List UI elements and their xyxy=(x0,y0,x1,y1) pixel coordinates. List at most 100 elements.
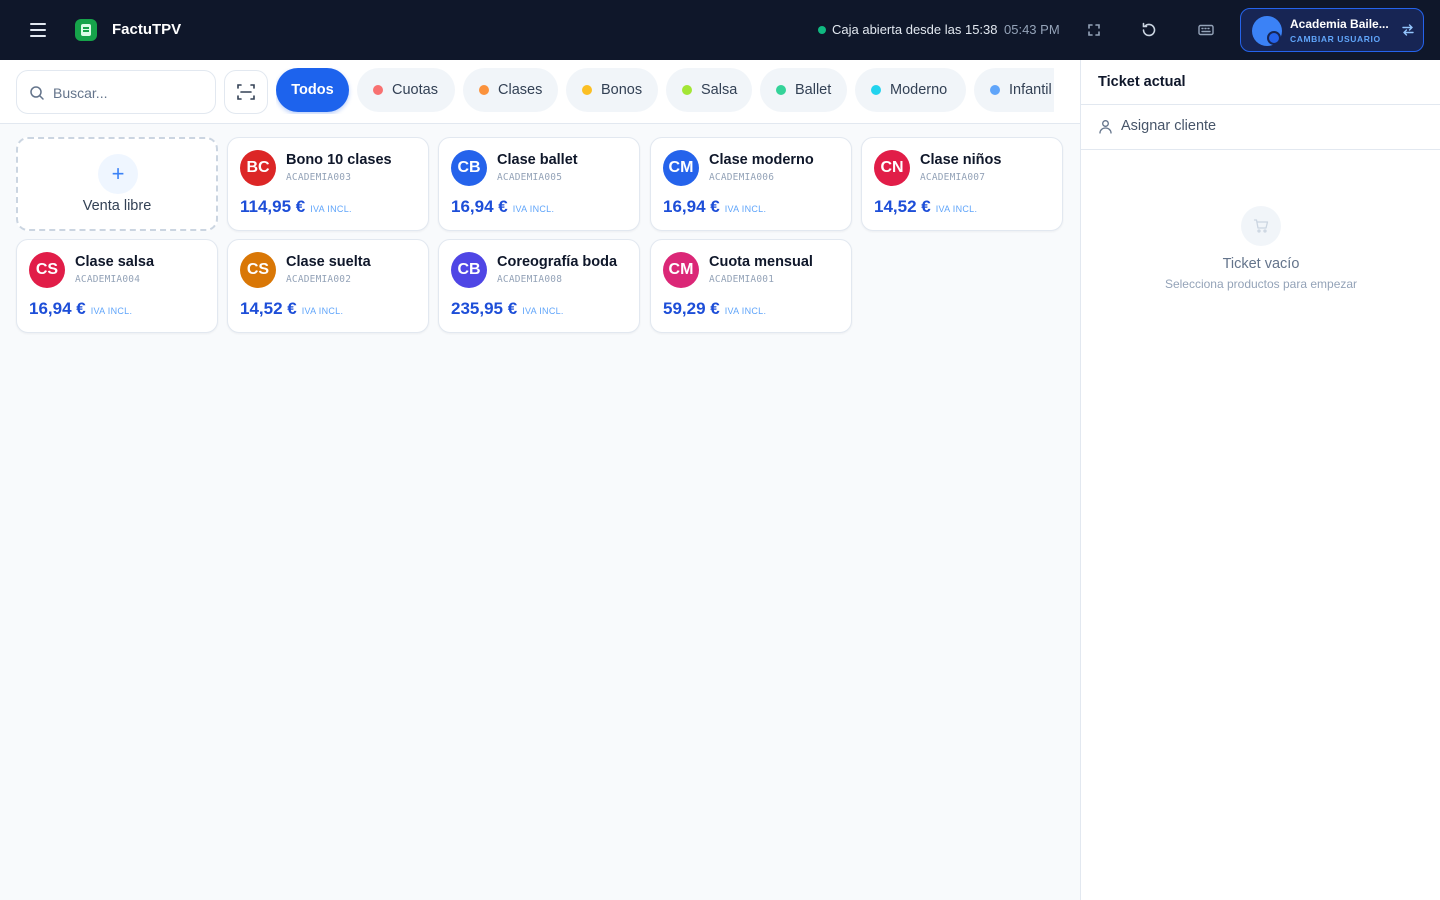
product-price: 235,95 € xyxy=(451,299,518,318)
filter-label: Moderno xyxy=(890,82,948,98)
top-bar: FactuTPV Caja abierta desde las 15:38 05… xyxy=(0,0,1440,60)
tax-note: IVA INCL. xyxy=(724,306,767,316)
filter-moderno[interactable]: Moderno xyxy=(855,68,966,112)
free-sale-label: Venta libre xyxy=(82,198,152,214)
tax-note: IVA INCL. xyxy=(310,204,352,214)
product-price: 59,29 € xyxy=(663,299,720,318)
search-input[interactable] xyxy=(53,83,203,103)
cash-register-status: Caja abierta desde las 15:38 xyxy=(818,22,998,37)
product-price: 16,94 € xyxy=(29,299,86,318)
product-code: ACADEMIA007 xyxy=(920,172,986,183)
hamburger-menu-icon[interactable] xyxy=(24,18,52,42)
filter-bonos[interactable]: Bonos xyxy=(566,68,658,112)
product-card[interactable]: CS Clase salsa ACADEMIA004 16,94 € IVA IN… xyxy=(16,239,218,333)
divider xyxy=(1081,104,1440,105)
assign-client-label: Asignar cliente xyxy=(1121,118,1217,134)
empty-ticket-subtitle: Selecciona productos para empezar xyxy=(1164,277,1358,291)
category-dot-icon xyxy=(682,85,692,95)
product-code: ACADEMIA005 xyxy=(497,172,563,183)
filter-salsa[interactable]: Salsa xyxy=(666,68,752,112)
scan-icon xyxy=(237,84,255,100)
product-card[interactable]: CS Clase suelta ACADEMIA002 14,52 € IVA I… xyxy=(227,239,429,333)
category-dot-icon xyxy=(479,85,489,95)
clock: 05:43 PM xyxy=(1004,22,1060,37)
product-card[interactable]: CM Cuota mensual ACADEMIA001 59,29 € IVA … xyxy=(650,239,852,333)
product-name: Coreografía boda xyxy=(497,254,618,270)
filter-ballet[interactable]: Ballet xyxy=(760,68,847,112)
product-name: Bono 10 clases xyxy=(286,152,392,168)
category-dot-icon xyxy=(776,85,786,95)
switch-badge-icon xyxy=(1267,31,1281,45)
product-initials-badge: CN xyxy=(874,150,910,186)
product-card[interactable]: CB Clase ballet ACADEMIA005 16,94 € IVA I… xyxy=(438,137,640,231)
product-price: 16,94 € xyxy=(451,197,508,216)
category-dot-icon xyxy=(582,85,592,95)
ticket-title: Ticket actual xyxy=(1098,74,1186,90)
product-name: Clase niños xyxy=(920,152,1002,168)
category-dot-icon xyxy=(871,85,881,95)
product-initials-badge: CS xyxy=(240,252,276,288)
fullscreen-icon[interactable] xyxy=(1082,18,1106,42)
product-name: Cuota mensual xyxy=(709,254,813,270)
category-dot-icon xyxy=(373,85,383,95)
filter-infantil[interactable]: Infantil xyxy=(974,68,1054,112)
search-box xyxy=(16,70,216,114)
product-name: Clase ballet xyxy=(497,152,578,168)
app-logo-icon xyxy=(75,19,97,41)
product-code: ACADEMIA008 xyxy=(497,274,563,285)
keyboard-icon[interactable] xyxy=(1194,18,1218,42)
toolbar: Todos Cuotas Clases Bonos Salsa Ballet M… xyxy=(0,60,1080,124)
product-card[interactable]: BC Bono 10 clases ACADEMIA003 114,95 € IV… xyxy=(227,137,429,231)
filter-todos[interactable]: Todos xyxy=(276,68,349,112)
product-code: ACADEMIA003 xyxy=(286,172,352,183)
filter-label: Ballet xyxy=(795,82,832,98)
tax-note: IVA INCL. xyxy=(301,306,344,316)
product-code: ACADEMIA001 xyxy=(709,274,775,285)
user-switcher[interactable]: Academia Baile... CAMBIAR USUARIO xyxy=(1240,8,1424,52)
product-price: 14,52 € xyxy=(874,197,931,216)
divider xyxy=(1081,149,1440,150)
app-name: FactuTPV xyxy=(112,21,182,38)
product-card[interactable]: CB Coreografía boda ACADEMIA008 235,95 €… xyxy=(438,239,640,333)
product-price: 14,52 € xyxy=(240,299,297,318)
empty-cart-icon xyxy=(1241,206,1281,246)
filter-label: Infantil xyxy=(1009,82,1052,98)
product-initials-badge: CM xyxy=(663,150,699,186)
user-name: Academia Baile... xyxy=(1290,17,1389,31)
product-code: ACADEMIA002 xyxy=(286,274,352,285)
refresh-icon[interactable] xyxy=(1137,18,1161,42)
cash-register-status-text: Caja abierta desde las 15:38 xyxy=(832,22,998,37)
category-dot-icon xyxy=(990,85,1000,95)
search-icon xyxy=(30,86,44,100)
free-sale-card[interactable]: + Venta libre xyxy=(16,137,218,231)
product-card[interactable]: CM Clase moderno ACADEMIA006 16,94 € IVA … xyxy=(650,137,852,231)
product-initials-badge: CM xyxy=(663,252,699,288)
status-dot-icon xyxy=(818,25,826,34)
product-initials-badge: CB xyxy=(451,252,487,288)
filter-label: Todos xyxy=(291,82,334,98)
product-name: Clase salsa xyxy=(75,254,155,270)
empty-ticket-title: Ticket vacío xyxy=(1222,256,1300,272)
filter-clases[interactable]: Clases xyxy=(463,68,558,112)
assign-client-button[interactable]: Asignar cliente xyxy=(1098,118,1216,134)
tax-note: IVA INCL. xyxy=(935,204,978,214)
plus-icon: + xyxy=(98,154,138,194)
category-filters: Todos Cuotas Clases Bonos Salsa Ballet M… xyxy=(276,68,1054,114)
product-code: ACADEMIA004 xyxy=(75,274,141,285)
user-icon xyxy=(1099,119,1112,134)
barcode-scan-button[interactable] xyxy=(224,70,268,114)
tax-note: IVA INCL. xyxy=(522,306,564,316)
product-name: Clase moderno xyxy=(709,152,814,168)
tax-note: IVA INCL. xyxy=(724,204,767,214)
tax-note: IVA INCL. xyxy=(90,306,133,316)
product-price: 16,94 € xyxy=(663,197,720,216)
filter-label: Clases xyxy=(498,82,543,98)
product-name: Clase suelta xyxy=(286,254,371,270)
product-price: 114,95 € xyxy=(240,197,306,216)
product-initials-badge: CB xyxy=(451,150,487,186)
product-initials-badge: BC xyxy=(240,150,276,186)
product-code: ACADEMIA006 xyxy=(709,172,775,183)
switch-user-label: CAMBIAR USUARIO xyxy=(1290,34,1381,44)
filter-cuotas[interactable]: Cuotas xyxy=(357,68,455,112)
product-card[interactable]: CN Clase niños ACADEMIA007 14,52 € IVA IN… xyxy=(861,137,1063,231)
